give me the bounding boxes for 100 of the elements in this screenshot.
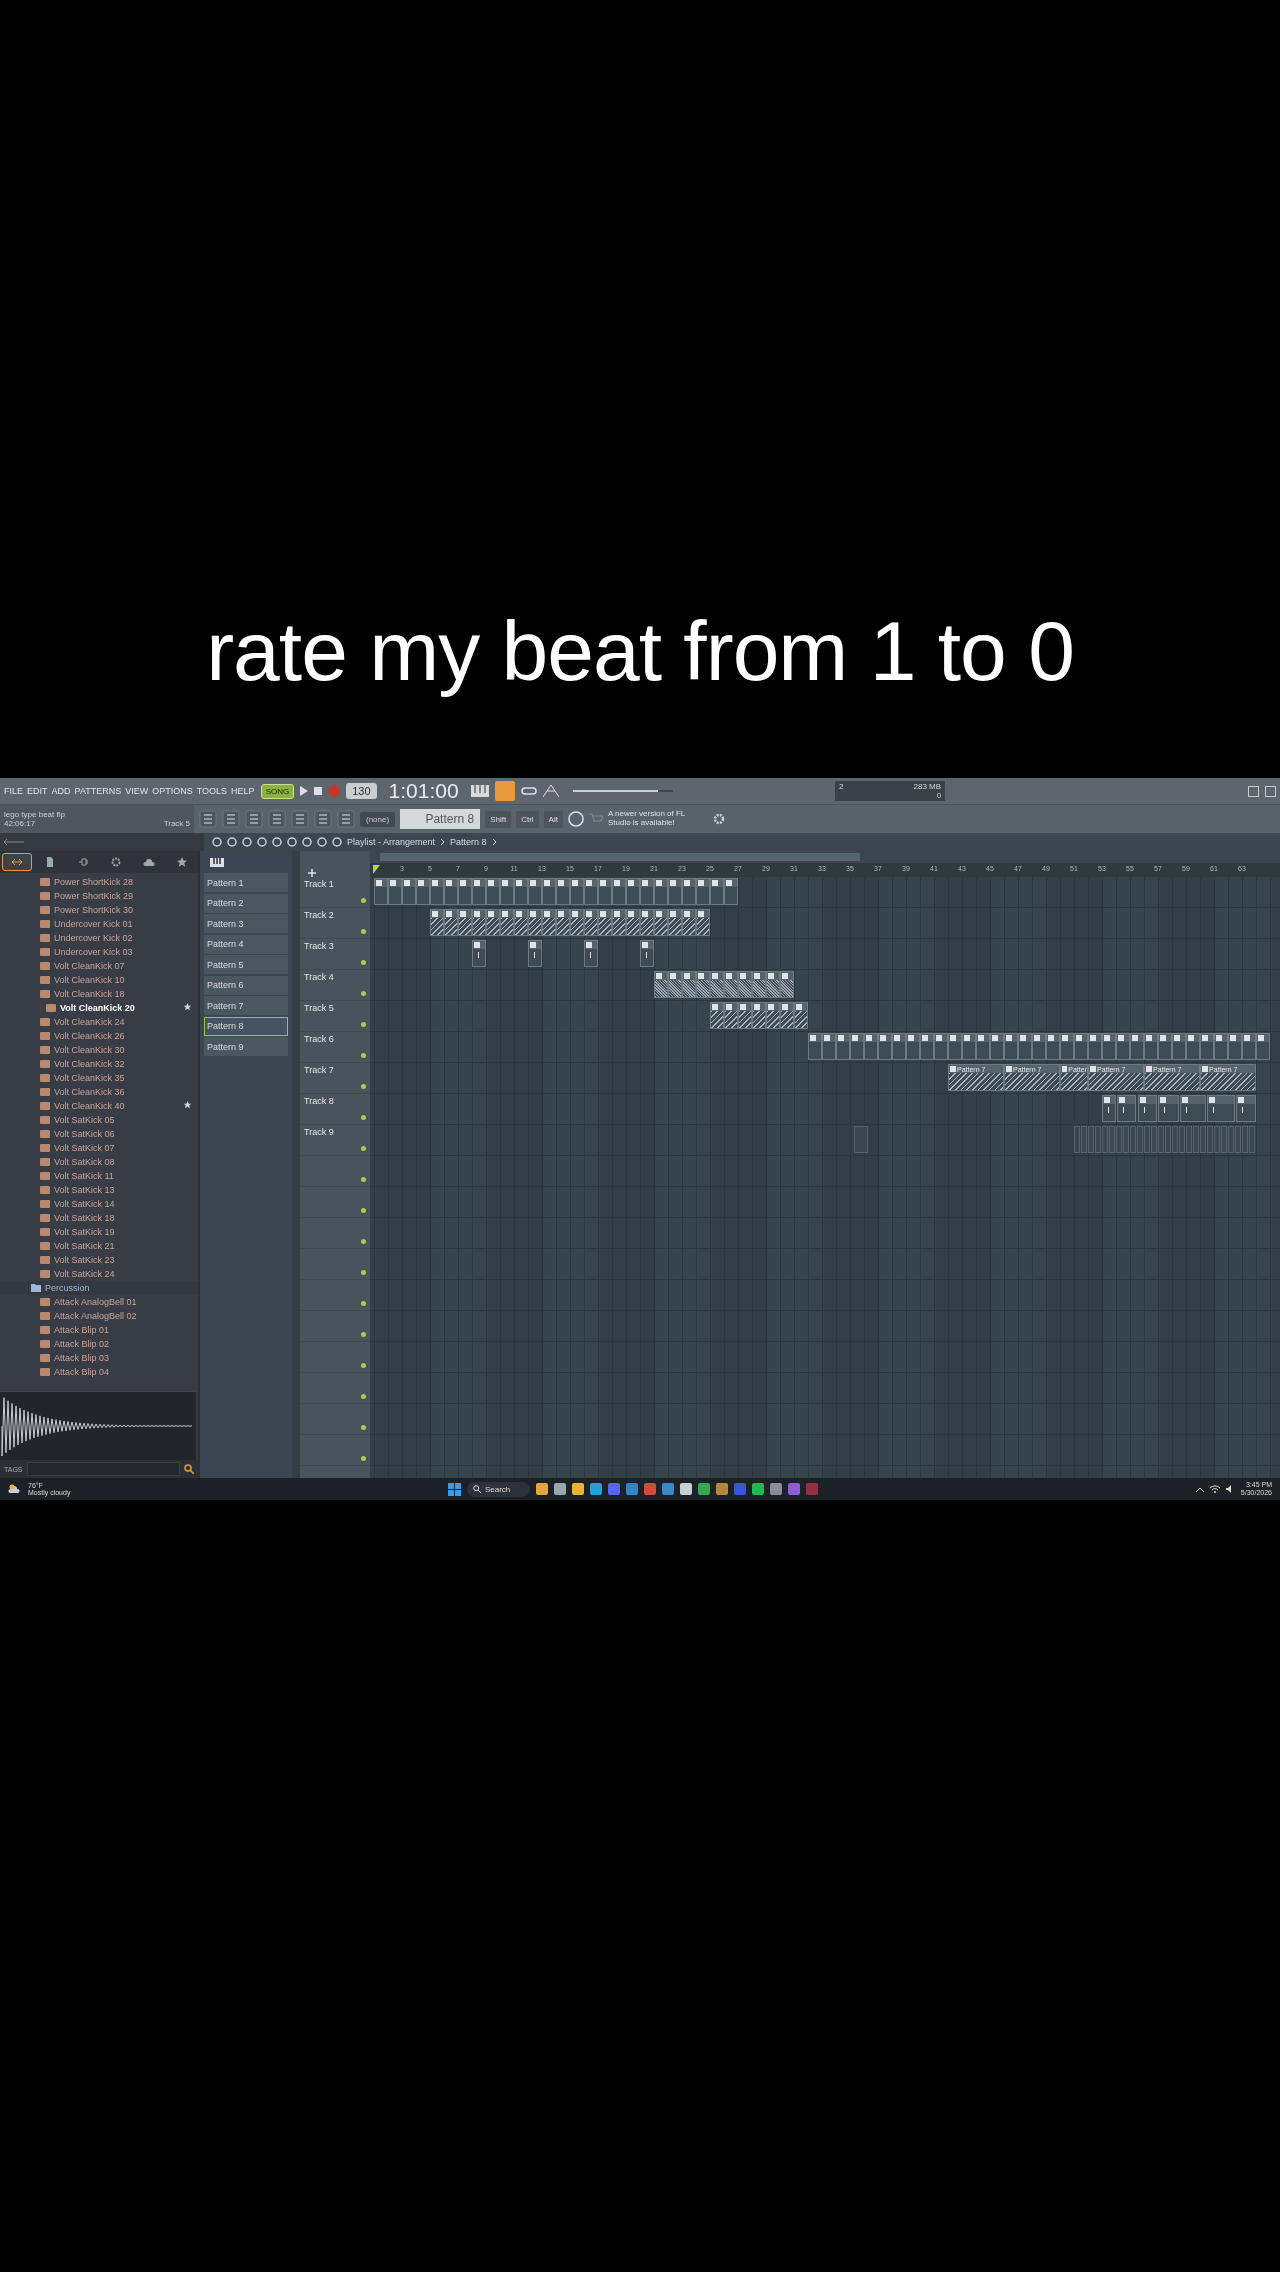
pattern-clip[interactable] bbox=[1060, 1033, 1074, 1060]
pattern-clip[interactable] bbox=[696, 878, 710, 905]
pattern-clip[interactable] bbox=[1165, 1126, 1172, 1153]
pattern-clip[interactable] bbox=[668, 878, 682, 905]
pattern-clip[interactable] bbox=[584, 909, 598, 936]
browser-item[interactable]: Volt SatKick 05 bbox=[54, 1115, 115, 1125]
pattern-clip[interactable] bbox=[738, 1002, 752, 1029]
pattern-clip[interactable] bbox=[1116, 1126, 1123, 1153]
pattern-clip[interactable] bbox=[1242, 1033, 1256, 1060]
taskbar-app-icon[interactable] bbox=[680, 1483, 693, 1495]
pattern-clip[interactable] bbox=[1214, 1033, 1228, 1060]
track-name[interactable]: Track 6 bbox=[304, 1034, 334, 1044]
pattern-item[interactable]: Pattern 6 bbox=[204, 975, 288, 995]
help-icon[interactable] bbox=[567, 811, 584, 827]
pattern-clip[interactable] bbox=[668, 971, 682, 998]
pattern-clip[interactable] bbox=[1117, 1095, 1136, 1122]
pattern-clip[interactable] bbox=[682, 878, 696, 905]
pattern-clip[interactable] bbox=[836, 1033, 850, 1060]
modifier-key[interactable]: Shift bbox=[485, 810, 512, 828]
pattern-clip[interactable] bbox=[710, 878, 724, 905]
track-enabled-icon[interactable] bbox=[361, 1270, 366, 1275]
pattern-clip[interactable] bbox=[486, 909, 500, 936]
pattern-clip[interactable] bbox=[1144, 1126, 1151, 1153]
track-name[interactable]: Track 1 bbox=[304, 879, 334, 889]
pattern-item[interactable]: Pattern 7 bbox=[204, 996, 288, 1015]
taskbar-app-icon[interactable] bbox=[554, 1483, 567, 1495]
track-enabled-icon[interactable] bbox=[361, 960, 366, 965]
minimize-icon[interactable] bbox=[1248, 785, 1259, 797]
pattern-item[interactable]: Pattern 8 bbox=[204, 1016, 288, 1036]
gear-icon[interactable] bbox=[712, 813, 725, 825]
pattern-clip[interactable] bbox=[808, 1033, 822, 1060]
pattern-clip[interactable] bbox=[374, 878, 388, 905]
add-track-icon[interactable] bbox=[308, 869, 316, 877]
browser-item[interactable]: Volt CleanKick 32 bbox=[54, 1059, 125, 1069]
pattern-clip[interactable] bbox=[654, 878, 668, 905]
browser-item[interactable]: Volt CleanKick 35 bbox=[54, 1073, 125, 1083]
pattern-clip[interactable] bbox=[1123, 1126, 1130, 1153]
pattern-clip[interactable] bbox=[598, 878, 612, 905]
browser-item[interactable]: Volt SatKick 07 bbox=[54, 1143, 115, 1153]
pattern-clip[interactable] bbox=[444, 909, 458, 936]
browser-tab[interactable] bbox=[1, 853, 32, 871]
pattern-clip[interactable] bbox=[1137, 1126, 1144, 1153]
pattern-clip[interactable] bbox=[416, 878, 430, 905]
pattern-clip[interactable] bbox=[542, 909, 556, 936]
taskbar-app-icon[interactable] bbox=[698, 1483, 711, 1495]
pattern-clip[interactable] bbox=[612, 878, 626, 905]
pattern-clip[interactable] bbox=[1138, 1095, 1157, 1122]
browser-item[interactable]: Volt CleanKick 26 bbox=[54, 1031, 125, 1041]
pattern-item[interactable]: Pattern 2 bbox=[204, 893, 288, 913]
track-enabled-icon[interactable] bbox=[361, 1022, 366, 1027]
pattern-clip[interactable] bbox=[682, 971, 696, 998]
menu-item[interactable]: PATTERNS bbox=[74, 786, 122, 796]
browser-item[interactable]: Power ShortKick 30 bbox=[54, 905, 134, 915]
pattern-clip[interactable] bbox=[1116, 1033, 1130, 1060]
back-arrow-icon[interactable] bbox=[4, 838, 24, 846]
pattern-clip[interactable] bbox=[570, 909, 584, 936]
track-enabled-icon[interactable] bbox=[361, 1456, 366, 1461]
pattern-clip[interactable] bbox=[598, 909, 612, 936]
pattern-clip[interactable] bbox=[430, 878, 444, 905]
track-enabled-icon[interactable] bbox=[361, 1053, 366, 1058]
browser-item[interactable]: Volt SatKick 11 bbox=[54, 1171, 114, 1181]
pattern-clip[interactable] bbox=[654, 909, 668, 936]
pattern-clip[interactable] bbox=[1179, 1126, 1186, 1153]
track-enabled-icon[interactable] bbox=[361, 1239, 366, 1244]
pattern-clip[interactable] bbox=[794, 1002, 808, 1029]
browser-item[interactable]: Volt CleanKick 40 bbox=[54, 1101, 125, 1111]
pattern-clip[interactable] bbox=[1109, 1126, 1116, 1153]
pattern-clip[interactable] bbox=[780, 1002, 794, 1029]
pattern-clip[interactable] bbox=[1088, 1033, 1102, 1060]
maximize-icon[interactable] bbox=[1265, 785, 1276, 797]
track-enabled-icon[interactable] bbox=[361, 1363, 366, 1368]
news-message[interactable]: A newer version of FL Studio is available! bbox=[607, 810, 708, 828]
track-enabled-icon[interactable] bbox=[361, 991, 366, 996]
browser-item[interactable]: Volt CleanKick 24 bbox=[54, 1017, 125, 1027]
pattern-clip[interactable] bbox=[1088, 1126, 1095, 1153]
track-enabled-icon[interactable] bbox=[361, 1208, 366, 1213]
pattern-clip[interactable] bbox=[1095, 1126, 1102, 1153]
track-enabled-icon[interactable] bbox=[361, 1115, 366, 1120]
browser-item[interactable]: Volt SatKick 08 bbox=[54, 1157, 115, 1167]
pattern-clip[interactable] bbox=[948, 1033, 962, 1060]
browser-item[interactable]: Volt CleanKick 10 bbox=[54, 975, 125, 985]
pattern-clip[interactable] bbox=[1004, 1033, 1018, 1060]
browser-item[interactable]: Volt SatKick 13 bbox=[54, 1185, 115, 1195]
menu-item[interactable]: VIEW bbox=[125, 786, 149, 796]
piano-icon[interactable] bbox=[210, 857, 224, 867]
pattern-clip[interactable] bbox=[668, 909, 682, 936]
keyboard-icon[interactable] bbox=[470, 785, 489, 797]
track-name[interactable]: Track 5 bbox=[304, 1003, 334, 1013]
arrangement-selector[interactable]: (none) bbox=[360, 811, 396, 827]
pattern-clip[interactable] bbox=[766, 971, 780, 998]
pattern-clip[interactable] bbox=[1130, 1033, 1144, 1060]
browser-item[interactable]: Power ShortKick 28 bbox=[54, 877, 134, 887]
pattern-item[interactable]: Pattern 5 bbox=[204, 955, 288, 974]
taskbar-app-icon[interactable] bbox=[662, 1483, 675, 1495]
track-enabled-icon[interactable] bbox=[361, 1177, 366, 1182]
pattern-clip[interactable] bbox=[696, 909, 710, 936]
browser-item[interactable]: Attack AnalogBell 02 bbox=[54, 1311, 137, 1321]
pattern-clip[interactable] bbox=[1193, 1126, 1200, 1153]
track-name[interactable]: Track 9 bbox=[304, 1127, 334, 1137]
pattern-clip[interactable] bbox=[570, 878, 584, 905]
